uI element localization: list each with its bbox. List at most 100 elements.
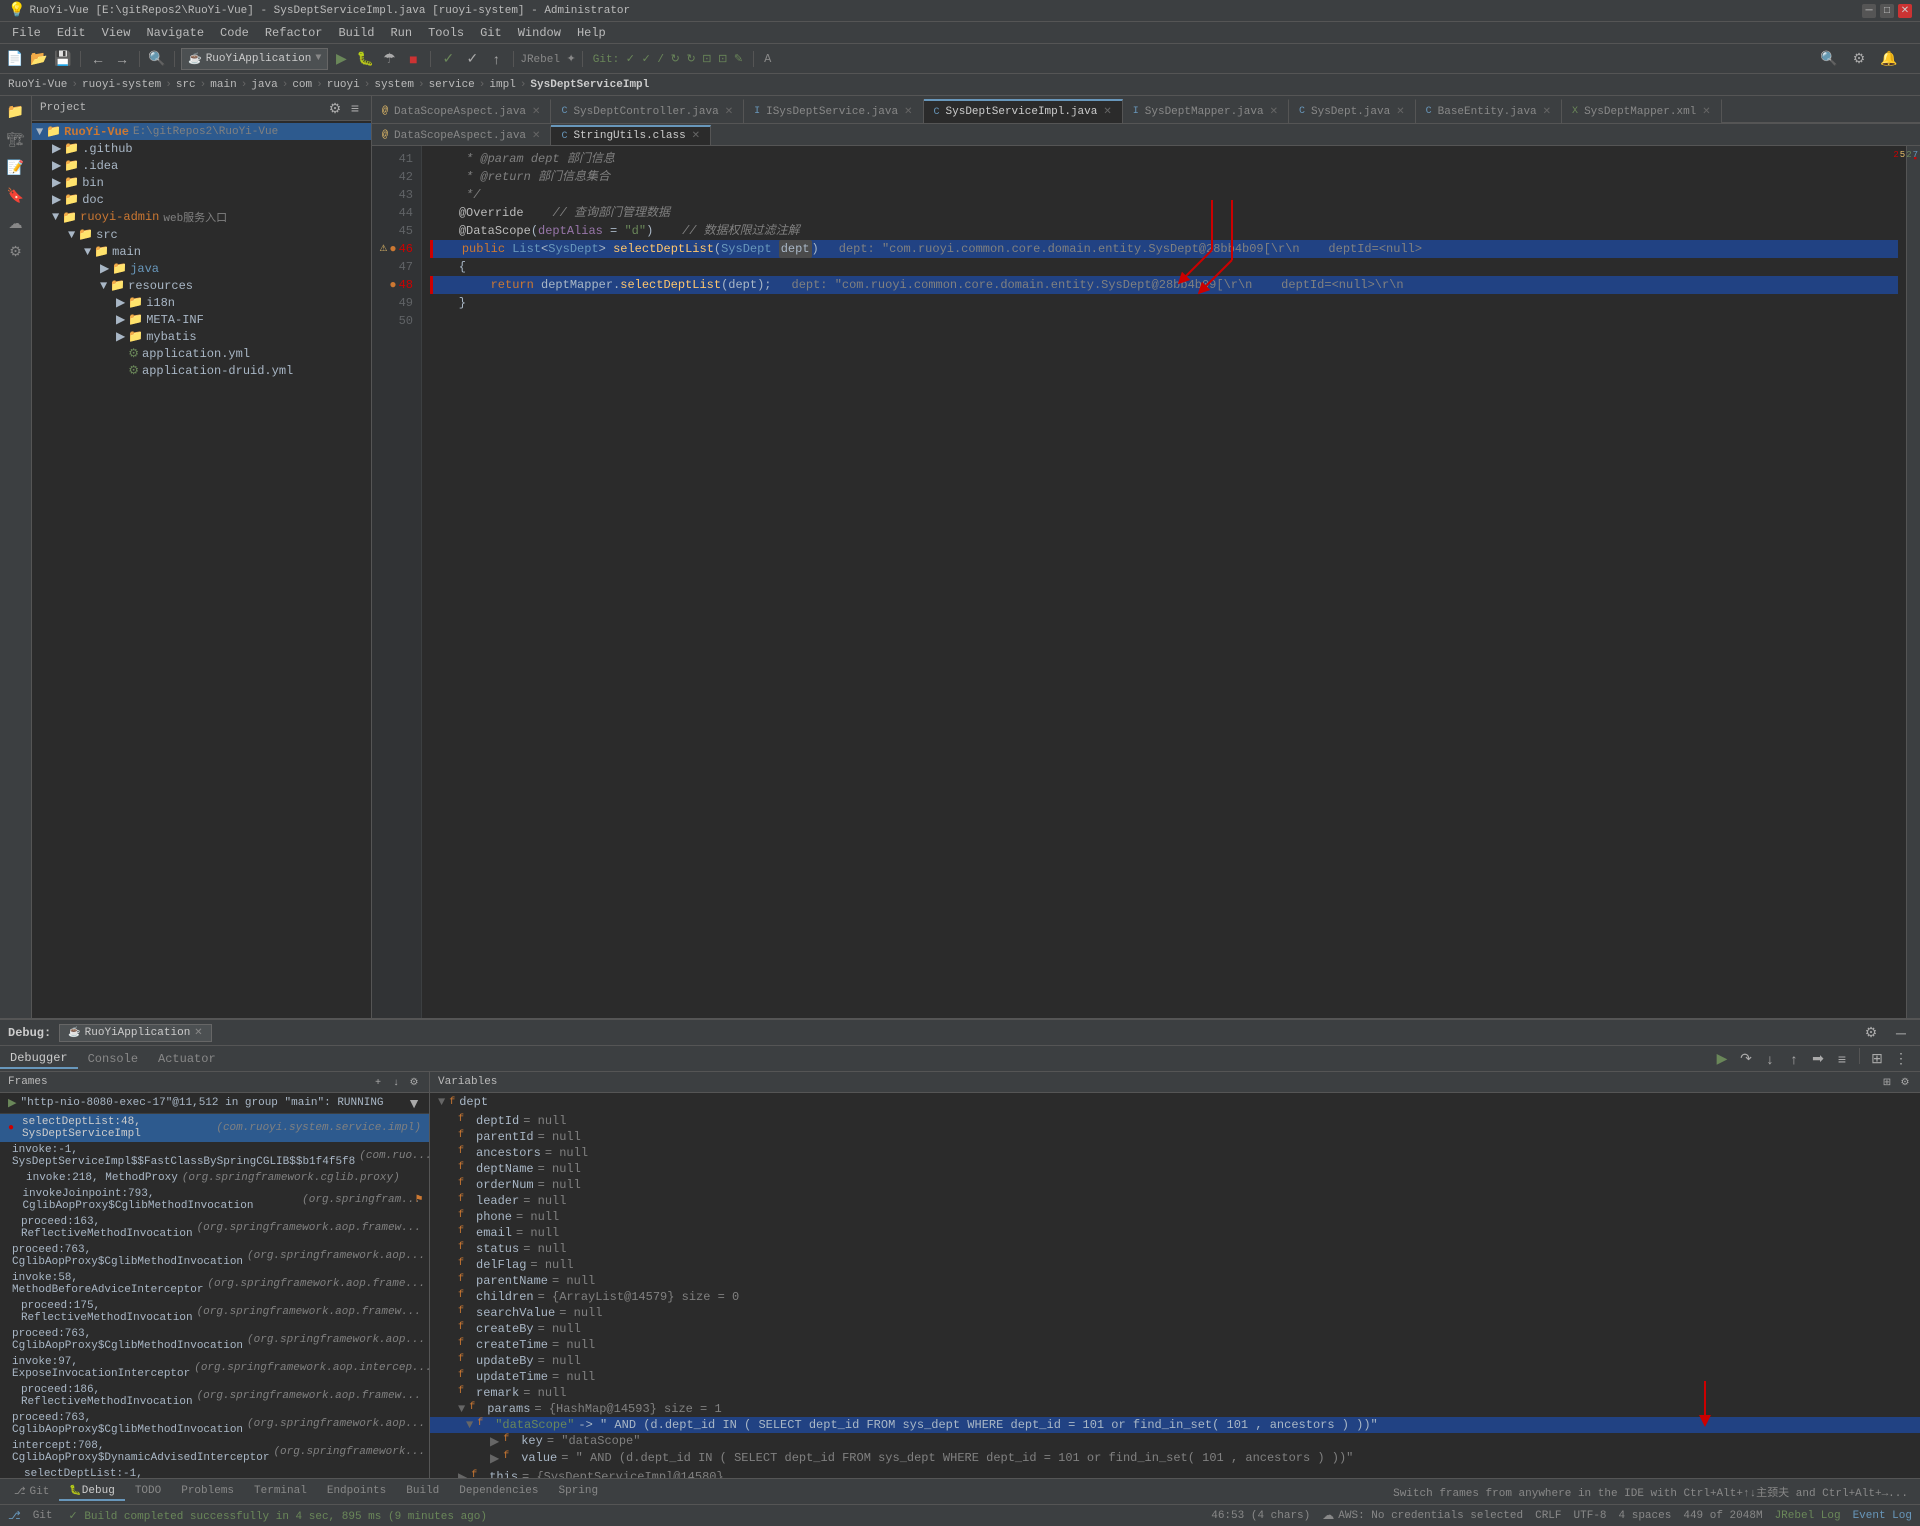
frame-item-11[interactable]: proceed:763, CglibAopProxy$CglibMethodIn… [0, 1410, 429, 1438]
var-settings[interactable]: ⚙ [1898, 1075, 1912, 1089]
frame-item-8[interactable]: proceed:763, CglibAopProxy$CglibMethodIn… [0, 1326, 429, 1354]
run-button[interactable]: ▶ [330, 48, 352, 70]
var-createby[interactable]: f createBy = null [430, 1321, 1920, 1337]
tree-java[interactable]: ▶ 📁 java [32, 260, 371, 277]
tree-idea[interactable]: ▶ 📁 .idea [32, 157, 371, 174]
status-encoding[interactable]: UTF-8 [1574, 1510, 1607, 1522]
bottom-tab-spring[interactable]: Spring [549, 1483, 609, 1501]
debug-button[interactable]: 🐛 [354, 48, 376, 70]
bc-class[interactable]: SysDeptServiceImpl [530, 79, 649, 91]
var-updateby[interactable]: f updateBy = null [430, 1353, 1920, 1369]
debug-stepout[interactable]: ↑ [1783, 1048, 1805, 1070]
search-everywhere-button[interactable]: 🔍 [146, 48, 168, 70]
close-button[interactable]: ✕ [1898, 4, 1912, 18]
var-phone[interactable]: f phone = null [430, 1209, 1920, 1225]
bc-project[interactable]: RuoYi-Vue [8, 79, 67, 91]
tab-isysdeptservice[interactable]: I ISysDeptService.java ✕ [744, 99, 923, 123]
debug-runtocursor[interactable]: ➡ [1807, 1048, 1829, 1070]
var-datascope-entry[interactable]: ▼ f "dataScope" -> " AND (d.dept_id IN (… [430, 1417, 1920, 1433]
notifications-button[interactable]: 🔔 [1878, 48, 1900, 70]
tab-sysdeptmapperxml[interactable]: X SysDeptMapper.xml ✕ [1562, 99, 1722, 123]
status-indent[interactable]: 4 spaces [1619, 1510, 1672, 1522]
menu-refactor[interactable]: Refactor [257, 24, 331, 42]
frames-filter[interactable]: + [371, 1075, 385, 1089]
frame-item-6[interactable]: invoke:58, MethodBeforeAdviceInterceptor… [0, 1270, 429, 1298]
bottom-tab-problems[interactable]: Problems [171, 1483, 244, 1501]
tree-application-yml[interactable]: ▶ ⚙ application.yml [32, 345, 371, 362]
frames-settings[interactable]: ⚙ [407, 1075, 421, 1089]
var-datascope-value[interactable]: ▶ f value = " AND (d.dept_id IN ( SELECT… [430, 1450, 1920, 1467]
tree-meta-inf[interactable]: ▶ 📁 META-INF [32, 311, 371, 328]
stop-button[interactable]: ■ [402, 48, 424, 70]
tree-i18n[interactable]: ▶ 📁 i18n [32, 294, 371, 311]
sidebar-icon-bookmarks[interactable]: 🔖 [4, 184, 28, 208]
frame-item-10[interactable]: proceed:186, ReflectiveMethodInvocation … [0, 1382, 429, 1410]
settings-button[interactable]: ⚙ [1848, 48, 1870, 70]
var-updatetime[interactable]: f updateTime = null [430, 1369, 1920, 1385]
status-crlf[interactable]: CRLF [1535, 1510, 1561, 1522]
bc-com[interactable]: com [292, 79, 312, 91]
status-eventlog[interactable]: Event Log [1853, 1510, 1912, 1522]
sidebar-icon-project[interactable]: 📁 [4, 100, 28, 124]
menu-build[interactable]: Build [330, 24, 382, 42]
status-aws[interactable]: ☁AWS: No credentials selected [1322, 1508, 1523, 1523]
frame-item-0[interactable]: ● selectDeptList:48, SysDeptServiceImpl … [0, 1114, 429, 1142]
menu-file[interactable]: File [4, 24, 49, 42]
bc-java[interactable]: java [251, 79, 277, 91]
bottom-tab-terminal[interactable]: Terminal [244, 1483, 317, 1501]
tree-mybatis[interactable]: ▶ 📁 mybatis [32, 328, 371, 345]
debug-tab-console[interactable]: Console [78, 1050, 148, 1068]
bc-src[interactable]: src [176, 79, 196, 91]
var-status[interactable]: f status = null [430, 1241, 1920, 1257]
var-params[interactable]: ▼ f params = {HashMap@14593} size = 1 [430, 1401, 1920, 1417]
code-content[interactable]: * @param dept 部门信息 * @return 部门信息集合 */ @… [422, 146, 1906, 1018]
git-branch-label[interactable]: Git [33, 1510, 53, 1522]
frame-item-3[interactable]: invokeJoinpoint:793, CglibAopProxy$Cglib… [0, 1186, 429, 1214]
menu-view[interactable]: View [94, 24, 139, 42]
var-deptname[interactable]: f deptName = null [430, 1161, 1920, 1177]
minimize-button[interactable]: ─ [1862, 4, 1876, 18]
frame-item-1[interactable]: invoke:-1, SysDeptServiceImpl$$FastClass… [0, 1142, 429, 1170]
bc-main[interactable]: main [210, 79, 236, 91]
tree-ruoyi-admin[interactable]: ▼ 📁 ruoyi-admin web服务入口 [32, 208, 371, 226]
var-parentname[interactable]: f parentName = null [430, 1273, 1920, 1289]
bottom-tab-endpoints[interactable]: Endpoints [317, 1483, 396, 1501]
tab-datascope2[interactable]: @ DataScopeAspect.java ✕ [372, 125, 551, 145]
var-ordernum[interactable]: f orderNum = null [430, 1177, 1920, 1193]
debug-minimize[interactable]: ─ [1890, 1022, 1912, 1044]
debug-config-dropdown[interactable]: ☕ RuoYiApplication ✕ [59, 1024, 211, 1042]
tree-src[interactable]: ▼ 📁 src [32, 226, 371, 243]
tree-application-druid-yml[interactable]: ▶ ⚙ application-druid.yml [32, 362, 371, 379]
bottom-tab-git[interactable]: ⎇Git [4, 1483, 59, 1501]
bottom-tab-debug[interactable]: 🐛Debug [59, 1483, 124, 1501]
sidebar-icon-gradle[interactable]: ⚙ [4, 240, 28, 264]
sidebar-icon-structure[interactable]: 🏗 [4, 128, 28, 152]
frame-item-2[interactable]: invoke:218, MethodProxy (org.springframe… [0, 1170, 429, 1186]
tree-resources[interactable]: ▼ 📁 resources [32, 277, 371, 294]
menu-navigate[interactable]: Navigate [138, 24, 212, 42]
tab-sysdeptcontroller[interactable]: C SysDeptController.java ✕ [551, 99, 744, 123]
bc-service[interactable]: service [429, 79, 475, 91]
open-button[interactable]: 📂 [28, 48, 50, 70]
git-push-button[interactable]: ↑ [485, 48, 507, 70]
frame-item-12[interactable]: intercept:708, CglibAopProxy$DynamicAdvi… [0, 1438, 429, 1466]
tab-stringutils[interactable]: C StringUtils.class ✕ [551, 125, 711, 145]
menu-git[interactable]: Git [472, 24, 510, 42]
tree-root[interactable]: ▼ 📁 RuoYi-Vue E:\gitRepos2\RuoYi-Vue [32, 123, 371, 140]
var-parentid[interactable]: f parentId = null [430, 1129, 1920, 1145]
debug-stepover[interactable]: ↷ [1735, 1048, 1757, 1070]
menu-tools[interactable]: Tools [420, 24, 472, 42]
debug-stepinto[interactable]: ↓ [1759, 1048, 1781, 1070]
tab-sysdept[interactable]: C SysDept.java ✕ [1289, 99, 1416, 123]
var-deptid[interactable]: f deptId = null [430, 1113, 1920, 1129]
forward-button[interactable]: → [111, 48, 133, 70]
tree-doc[interactable]: ▶ 📁 doc [32, 191, 371, 208]
debug-more[interactable]: ⋮ [1890, 1048, 1912, 1070]
debug-tab-actuator[interactable]: Actuator [148, 1050, 226, 1068]
var-email[interactable]: f email = null [430, 1225, 1920, 1241]
search-button[interactable]: 🔍 [1818, 48, 1840, 70]
bc-system[interactable]: system [374, 79, 414, 91]
back-button[interactable]: ← [87, 48, 109, 70]
var-createtime[interactable]: f createTime = null [430, 1337, 1920, 1353]
menu-run[interactable]: Run [382, 24, 420, 42]
